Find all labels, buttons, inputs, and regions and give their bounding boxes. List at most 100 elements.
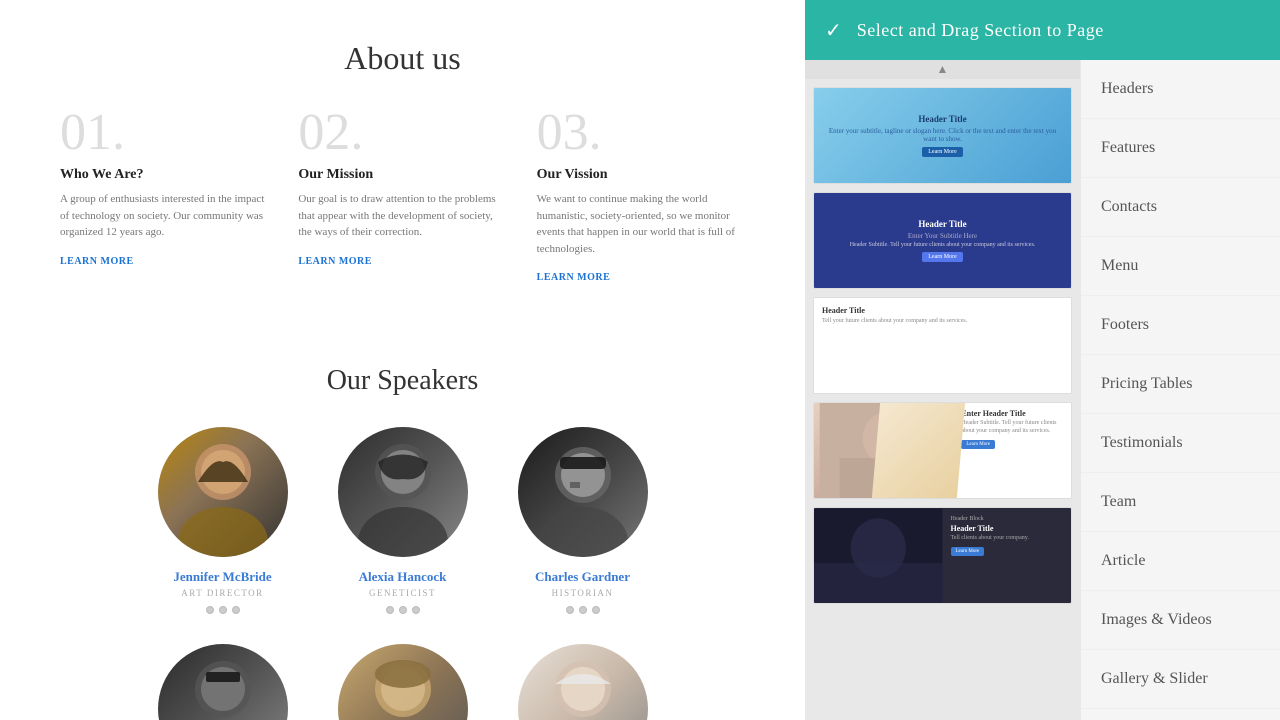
speaker-alexia: Alexia Hancock GENETICIST xyxy=(323,427,483,614)
thumbnail-4-inner: Enter Header Title Header Subtitle. Tell… xyxy=(814,403,1071,498)
nav-menu[interactable]: Menu xyxy=(1081,237,1280,296)
nav-article[interactable]: Article xyxy=(1081,532,1280,591)
speaker-dots-jennifer xyxy=(143,606,303,614)
speaker-name-jennifer: Jennifer McBride xyxy=(143,569,303,585)
about-title: About us xyxy=(60,40,745,77)
thumb-3-text: Tell your future clients about your comp… xyxy=(822,318,1063,326)
learn-more-3[interactable]: LEARN MORE xyxy=(537,272,611,283)
avatar-peter xyxy=(158,644,288,720)
about-number-1: 01. xyxy=(60,107,268,159)
thumbnail-3[interactable]: Header Title Tell your future clients ab… xyxy=(813,297,1072,394)
speaker-jennifer: Jennifer McBride ART DIRECTOR xyxy=(143,427,303,614)
about-columns: 01. Who We Are? A group of enthusiasts i… xyxy=(60,107,745,285)
dot xyxy=(579,606,587,614)
nav-pricing-tables[interactable]: Pricing Tables xyxy=(1081,355,1280,414)
learn-more-2[interactable]: LEARN MORE xyxy=(298,256,372,267)
right-panel: ✓ Select and Drag Section to Page ▲ Head… xyxy=(805,0,1280,720)
thumb-5-btn: Learn More xyxy=(951,547,985,556)
top-bar-title: Select and Drag Section to Page xyxy=(857,20,1104,41)
thumbnail-5[interactable]: Header Block Header Title Tell clients a… xyxy=(813,507,1072,604)
thumb-1-title: Header Title xyxy=(918,114,966,124)
speakers-section: Our Speakers Jennifer McBride ART DIRECT… xyxy=(0,325,805,720)
about-col-2: 02. Our Mission Our goal is to draw atte… xyxy=(298,107,506,285)
thumb-4-btn: Learn More xyxy=(961,440,995,449)
nav-team[interactable]: Team xyxy=(1081,473,1280,532)
nav-features[interactable]: Features xyxy=(1081,119,1280,178)
thumb-1-text: Enter your subtitle, tagline or slogan h… xyxy=(822,127,1063,143)
avatar-jennifer xyxy=(158,427,288,557)
thumb-1-btn: Learn More xyxy=(922,147,963,157)
avatar-sophie xyxy=(518,644,648,720)
speaker-sophie: Sophie Hodge ECONOMIST xyxy=(503,644,663,720)
thumbnail-5-inner: Header Block Header Title Tell clients a… xyxy=(814,508,1071,603)
dot xyxy=(399,606,407,614)
speakers-row-2: Peter Nelson PROGRAMMER Al xyxy=(60,644,745,720)
dot xyxy=(566,606,574,614)
speaker-name-alexia: Alexia Hancock xyxy=(323,569,483,585)
thumb-2-title: Header Title xyxy=(918,219,966,229)
speaker-name-charles: Charles Gardner xyxy=(503,569,663,585)
check-icon: ✓ xyxy=(825,18,842,43)
thumb-2-btn: Learn More xyxy=(922,252,963,262)
speaker-role-charles: HISTORIAN xyxy=(503,588,663,598)
dot xyxy=(412,606,420,614)
thumb-3-title: Header Title xyxy=(822,306,1063,315)
scroll-up-arrow[interactable]: ▲ xyxy=(805,60,1080,79)
thumbnail-2-inner: Header Title Enter Your Subtitle Here He… xyxy=(814,193,1071,288)
thumbnail-1[interactable]: Header Title Enter your subtitle, taglin… xyxy=(813,87,1072,184)
dot xyxy=(219,606,227,614)
panel-body: ▲ Header Title Enter your subtitle, tagl… xyxy=(805,60,1280,720)
thumbnail-scroll-container: ▲ Header Title Enter your subtitle, tagl… xyxy=(805,60,1080,720)
learn-more-1[interactable]: LEARN MORE xyxy=(60,256,134,267)
avatar-alexia xyxy=(338,427,468,557)
about-number-3: 03. xyxy=(537,107,745,159)
about-text-2: Our goal is to draw attention to the pro… xyxy=(298,191,506,241)
speakers-title: Our Speakers xyxy=(60,365,745,397)
nav-contacts[interactable]: Contacts xyxy=(1081,178,1280,237)
speaker-role-jennifer: ART DIRECTOR xyxy=(143,588,303,598)
speaker-aldous: Aldous Lucas PHILOSOPHER xyxy=(323,644,483,720)
nav-gallery-slider[interactable]: Gallery & Slider xyxy=(1081,650,1280,709)
speaker-peter: Peter Nelson PROGRAMMER xyxy=(143,644,303,720)
about-heading-1: Who We Are? xyxy=(60,167,268,183)
thumbnail-3-inner: Header Title Tell your future clients ab… xyxy=(814,298,1071,393)
dot xyxy=(386,606,394,614)
thumb-4-title: Enter Header Title xyxy=(961,409,1065,418)
speaker-role-alexia: GENETICIST xyxy=(323,588,483,598)
thumb-4-image xyxy=(814,403,955,498)
avatar-charles xyxy=(518,427,648,557)
thumb-3-left: Header Title Tell your future clients ab… xyxy=(822,306,1063,385)
nav-images-videos[interactable]: Images & Videos xyxy=(1081,591,1280,650)
thumb-5-label: Header Block xyxy=(951,516,1064,522)
speaker-dots-charles xyxy=(503,606,663,614)
thumb-2-text: Enter Your Subtitle Here xyxy=(908,232,977,240)
thumb-2-extra: Header Subtitle. Tell your future client… xyxy=(850,242,1036,248)
thumbnail-2[interactable]: Header Title Enter Your Subtitle Here He… xyxy=(813,192,1072,289)
nav-headers[interactable]: Headers xyxy=(1081,60,1280,119)
dot xyxy=(206,606,214,614)
about-heading-3: Our Vission xyxy=(537,167,745,183)
speaker-charles: Charles Gardner HISTORIAN xyxy=(503,427,663,614)
about-number-2: 02. xyxy=(298,107,506,159)
about-col-1: 01. Who We Are? A group of enthusiasts i… xyxy=(60,107,268,285)
thumb-5-text: Tell clients about your company. xyxy=(951,535,1064,543)
nav-testimonials[interactable]: Testimonials xyxy=(1081,414,1280,473)
dot xyxy=(592,606,600,614)
thumb-5-content: Header Block Header Title Tell clients a… xyxy=(943,508,1072,603)
thumbnail-4[interactable]: Enter Header Title Header Subtitle. Tell… xyxy=(813,402,1072,499)
thumb-5-title: Header Title xyxy=(951,524,1064,533)
about-text-3: We want to continue making the world hum… xyxy=(537,191,745,257)
nav-footers[interactable]: Footers xyxy=(1081,296,1280,355)
thumb-4-right: Enter Header Title Header Subtitle. Tell… xyxy=(955,403,1071,498)
thumbnail-1-inner: Header Title Enter your subtitle, taglin… xyxy=(814,88,1071,183)
left-panel: About us 01. Who We Are? A group of enth… xyxy=(0,0,805,720)
sidebar-nav: Headers Features Contacts Menu Footers P… xyxy=(1080,60,1280,720)
about-text-1: A group of enthusiasts interested in the… xyxy=(60,191,268,241)
about-col-3: 03. Our Vission We want to continue maki… xyxy=(537,107,745,285)
top-bar: ✓ Select and Drag Section to Page xyxy=(805,0,1280,60)
avatar-aldous xyxy=(338,644,468,720)
dot xyxy=(232,606,240,614)
about-heading-2: Our Mission xyxy=(298,167,506,183)
about-section: About us 01. Who We Are? A group of enth… xyxy=(0,0,805,325)
thumbnails-area[interactable]: Header Title Enter your subtitle, taglin… xyxy=(805,79,1080,720)
